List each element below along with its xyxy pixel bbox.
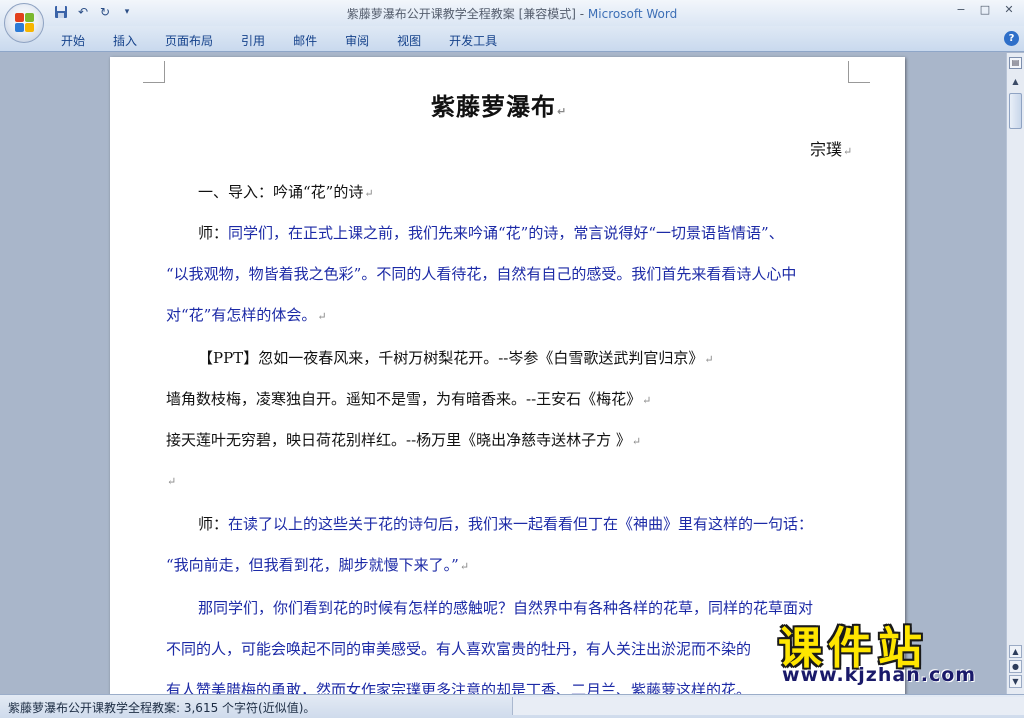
paragraph-line: 那同学们，你们看到花的时候有怎样的感触呢？自然界中有各种各样的花草，同样的花草面… — [198, 599, 814, 617]
paragraph-mark: ↵ — [704, 353, 714, 366]
vertical-scrollbar[interactable]: ▤ ▲ ▲ ● ▼ — [1006, 53, 1024, 694]
app-name: Microsoft Word — [587, 7, 678, 21]
window-controls: − □ ✕ — [950, 2, 1020, 18]
paragraph-mark: ↵ — [843, 145, 853, 158]
paragraph-line: 对“花”有怎样的体会。↵ — [166, 306, 327, 324]
horizontal-scrollbar[interactable] — [512, 697, 1024, 715]
paragraph-mark: ↵ — [317, 310, 327, 323]
tab-review[interactable]: 审阅 — [334, 30, 380, 51]
maximize-button[interactable]: □ — [974, 2, 996, 18]
document-author: 宗璞↵ — [810, 140, 853, 159]
empty-paragraph: ↵ — [166, 471, 176, 489]
tab-mailings[interactable]: 邮件 — [282, 30, 328, 51]
document-page[interactable]: 紫藤萝瀑布↵ 宗璞↵ 一、导入：吟诵“花”的诗↵ 师：同学们，在正式上课之前，我… — [110, 57, 905, 694]
scroll-thumb[interactable] — [1009, 93, 1022, 129]
status-bar: 紫藤萝瀑布公开课教学全程教案: 3,615 个字符(近似值)。 — [0, 694, 1024, 718]
word-count-status[interactable]: 紫藤萝瀑布公开课教学全程教案: 3,615 个字符(近似值)。 — [8, 699, 315, 716]
tab-home[interactable]: 开始 — [50, 30, 96, 51]
tab-insert[interactable]: 插入 — [102, 30, 148, 51]
tab-view[interactable]: 视图 — [386, 30, 432, 51]
next-page-icon[interactable]: ▼ — [1009, 675, 1022, 688]
paragraph-mark: ↵ — [557, 105, 568, 118]
window-title: 紫藤萝瀑布公开课教学全程教案 [兼容模式] - Microsoft Word — [0, 5, 1024, 22]
previous-page-icon[interactable]: ▲ — [1009, 645, 1022, 658]
paragraph-line: 有人赞美腊梅的勇敢，然而女作家宗璞更多注意的却是丁香、二月兰、紫藤萝这样的花。 — [166, 681, 752, 694]
poem-line: 墙角数枝梅，凌寒独自开。遥知不是雪，为有暗香来。--王安石《梅花》↵ — [166, 390, 652, 408]
document-name: 紫藤萝瀑布公开课教学全程教案 [兼容模式] - — [346, 7, 588, 21]
paragraph-mark: ↵ — [459, 560, 470, 573]
paragraph-line: 师：在读了以上的这些关于花的诗句后，我们来一起看看但丁在《神曲》里有这样的一句话… — [198, 515, 814, 533]
poem-line: 接天莲叶无穷碧，映日荷花别样红。--杨万里《晓出净慈寺送林子方 》↵ — [166, 431, 642, 449]
paragraph-line: 不同的人，可能会唤起不同的审美感受。有人喜欢富贵的牡丹，有人关注出淤泥而不染的 — [166, 640, 752, 658]
paragraph-line: 师：同学们，在正式上课之前，我们先来吟诵“花”的诗，常言说得好“一切景语皆情语”… — [198, 224, 784, 242]
paragraph-line: “我向前走，但我看到花，脚步就慢下来了。”↵ — [166, 556, 470, 574]
office-button[interactable] — [4, 3, 44, 43]
ruler-toggle-icon[interactable]: ▤ — [1009, 57, 1022, 69]
select-browse-object-icon[interactable]: ● — [1009, 660, 1022, 673]
section-heading: 一、导入：吟诵“花”的诗↵ — [198, 183, 374, 201]
ribbon-tabs: 开始 插入 页面布局 引用 邮件 审阅 视图 开发工具 — [50, 30, 514, 51]
document-title: 紫藤萝瀑布↵ — [431, 93, 568, 121]
paragraph-line: “以我观物，物皆着我之色彩”。不同的人看待花，自然有自己的感受。我们首先来看看诗… — [166, 265, 797, 283]
tab-developer[interactable]: 开发工具 — [438, 30, 508, 51]
margin-corner-mark — [143, 61, 165, 83]
document-workspace[interactable]: 紫藤萝瀑布↵ 宗璞↵ 一、导入：吟诵“花”的诗↵ 师：同学们，在正式上课之前，我… — [0, 53, 1006, 694]
paragraph-mark: ↵ — [167, 475, 177, 488]
tab-references[interactable]: 引用 — [230, 30, 276, 51]
margin-corner-mark — [848, 61, 870, 83]
paragraph-mark: ↵ — [631, 435, 642, 448]
close-button[interactable]: ✕ — [998, 2, 1020, 18]
office-logo-icon — [15, 13, 35, 33]
minimize-button[interactable]: − — [950, 2, 972, 18]
scroll-up-icon[interactable]: ▲ — [1009, 75, 1022, 88]
poem-line: 【PPT】忽如一夜春风来，千树万树梨花开。--岑参《白雪歌送武判官归京》↵ — [198, 349, 714, 367]
ribbon: 开始 插入 页面布局 引用 邮件 审阅 视图 开发工具 ? — [0, 26, 1024, 52]
tab-page-layout[interactable]: 页面布局 — [154, 30, 224, 51]
paragraph-mark: ↵ — [364, 187, 374, 200]
title-bar: ↶ ↻ ▾ 紫藤萝瀑布公开课教学全程教案 [兼容模式] - Microsoft … — [0, 0, 1024, 26]
paragraph-mark: ↵ — [642, 394, 652, 407]
help-icon[interactable]: ? — [1004, 31, 1019, 46]
